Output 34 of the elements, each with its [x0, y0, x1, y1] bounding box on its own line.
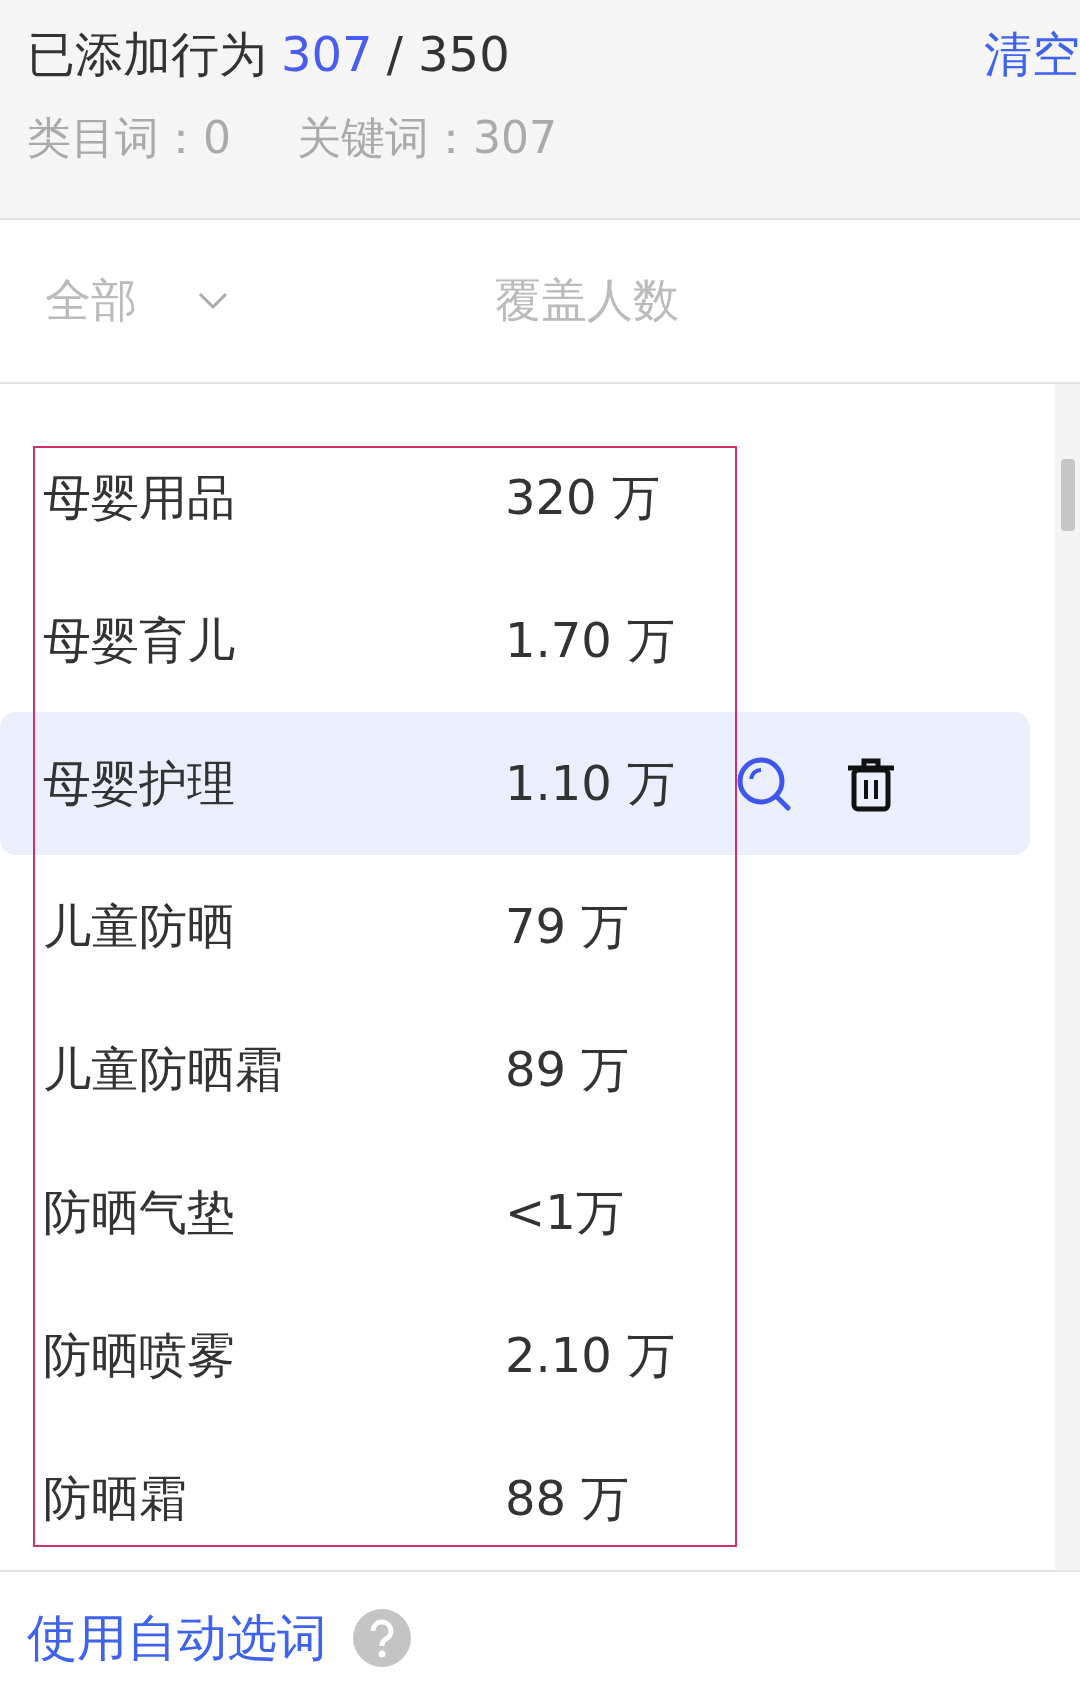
count-label: 关键词：307: [297, 111, 557, 165]
coverage-value: 88 万: [505, 1468, 631, 1528]
keyword-row[interactable]: 母婴护理 1.10 万: [0, 712, 1030, 856]
keyword-name: 母婴育儿: [43, 610, 236, 670]
keyword-row[interactable]: 防晒霜 88 万: [0, 1427, 1030, 1571]
keyword-row[interactable]: 母婴用品 320 万: [0, 426, 1030, 570]
column-header: 覆盖人数: [495, 271, 679, 329]
panel-title: 已添加行为: [27, 25, 267, 84]
chevron-down-icon: [197, 290, 229, 311]
clear-link[interactable]: 清空: [984, 22, 1080, 86]
coverage-value: 2.10 万: [505, 1325, 677, 1385]
keyword-row[interactable]: 儿童防晒 79 万: [0, 855, 1030, 999]
keyword-name: 防晒霜: [43, 1468, 188, 1528]
coverage-value: 320 万: [505, 467, 661, 527]
added-count: 307: [281, 25, 373, 84]
scrollbar[interactable]: [1055, 384, 1080, 1571]
keyword-name: 儿童防晒: [43, 896, 236, 956]
keyword-name: 防晒喷雾: [43, 1325, 236, 1385]
coverage-value: 1.70 万: [505, 610, 677, 670]
keyword-row[interactable]: 防晒气垫 <1万: [0, 1141, 1030, 1285]
coverage-value: 89 万: [505, 1039, 631, 1099]
count-label: 类目词：0: [27, 111, 231, 165]
keyword-row[interactable]: 儿童防晒霜 89 万: [0, 998, 1030, 1142]
auto-select-link[interactable]: 使用自动选词: [27, 1604, 327, 1672]
keyword-row[interactable]: 母婴育儿 1.70 万: [0, 569, 1030, 713]
keyword-row[interactable]: 防晒喷雾 2.10 万: [0, 1284, 1030, 1428]
keyword-name: 母婴护理: [43, 753, 236, 813]
keyword-name: 儿童防晒霜: [43, 1039, 284, 1099]
limit-count: / 350: [386, 25, 510, 84]
coverage-value: 79 万: [505, 896, 631, 956]
coverage-value: 1.10 万: [505, 753, 677, 813]
coverage-value: <1万: [505, 1182, 625, 1242]
keyword-name: 母婴用品: [43, 467, 236, 527]
keyword-name: 防晒气垫: [43, 1182, 236, 1242]
